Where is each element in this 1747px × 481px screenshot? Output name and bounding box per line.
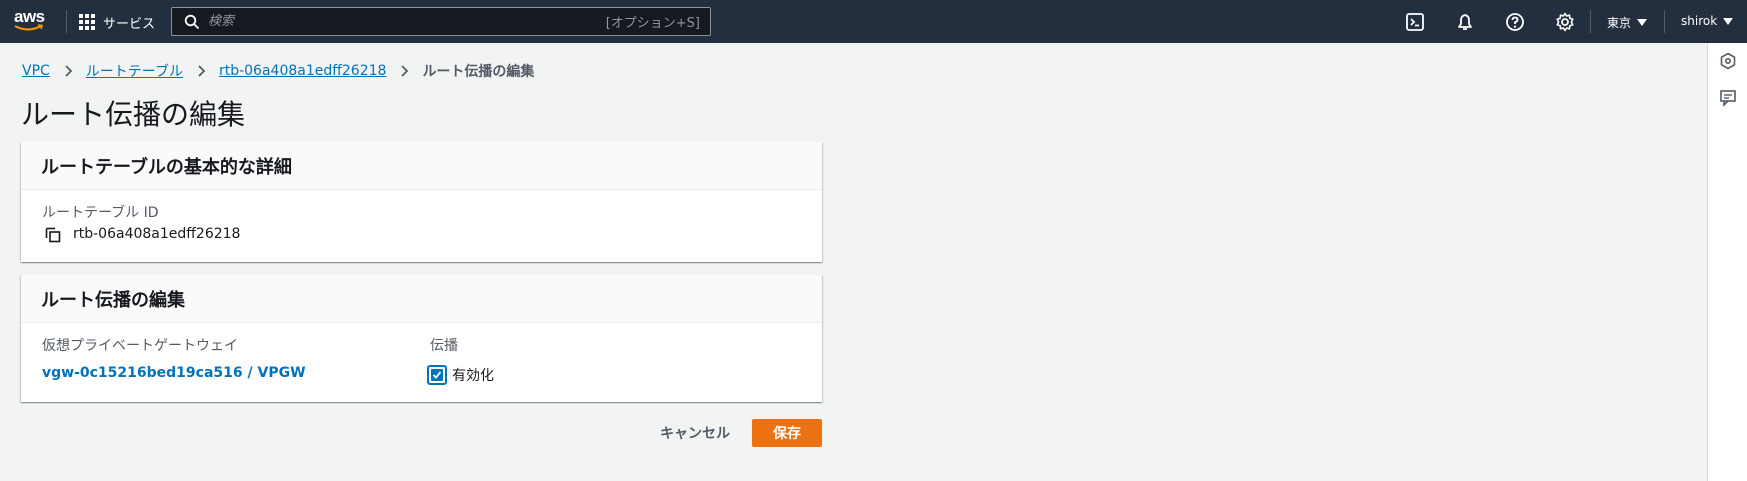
vgw-link[interactable]: vgw-0c15216bed19ca516 / VPGW [42, 365, 306, 381]
nav-divider [1664, 10, 1665, 33]
breadcrumb-current: ルート伝播の編集 [422, 64, 535, 80]
propagation-enabled-checkbox[interactable] [427, 365, 447, 385]
route-table-details-panel: ルートテーブルの基本的な詳細 ルートテーブル ID rtb-06a408a1ed… [21, 142, 822, 262]
help-icon[interactable] [1505, 12, 1525, 32]
services-label: サービス [103, 16, 156, 32]
propagation-column-label: 伝播 [430, 338, 458, 354]
route-propagation-panel: ルート伝播の編集 仮想プライベートゲートウェイ 伝播 vgw-0c15216be… [21, 275, 822, 402]
feedback-icon[interactable] [1719, 89, 1737, 107]
services-menu-button[interactable]: サービス [79, 11, 155, 33]
top-navigation: aws サービス [オプション+S] 東京 [0, 0, 1747, 43]
caret-down-icon [1723, 17, 1734, 25]
search-icon [184, 14, 200, 29]
enabled-label: 有効化 [452, 368, 494, 384]
chevron-right-icon [392, 63, 416, 79]
side-rail [1707, 43, 1747, 481]
region-label: 東京 [1607, 16, 1632, 30]
bell-icon[interactable] [1455, 12, 1475, 32]
save-button[interactable]: 保存 [752, 419, 822, 447]
breadcrumb: VPC ルートテーブル rtb-06a408a1edff26218 ルート伝播の… [22, 61, 534, 81]
breadcrumb-route-table-id[interactable]: rtb-06a408a1edff26218 [219, 63, 386, 79]
route-table-id-value: rtb-06a408a1edff26218 [73, 226, 241, 242]
page-title: ルート伝播の編集 [21, 98, 246, 131]
grid-icon [79, 14, 95, 30]
vgw-column-label: 仮想プライベートゲートウェイ [42, 338, 238, 354]
breadcrumb-route-tables[interactable]: ルートテーブル [86, 61, 183, 81]
search-bar[interactable]: [オプション+S] [171, 7, 711, 36]
panel-heading: ルートテーブルの基本的な詳細 [21, 142, 822, 190]
copy-icon[interactable] [45, 227, 61, 243]
account-menu[interactable]: shirok [1681, 14, 1734, 28]
aws-logo[interactable]: aws [14, 8, 48, 34]
info-panel-icon[interactable] [1719, 52, 1737, 70]
account-name: shirok [1681, 14, 1718, 28]
route-table-id-label: ルートテーブル ID [42, 205, 159, 221]
region-selector[interactable]: 東京 [1607, 14, 1648, 31]
cancel-button[interactable]: キャンセル [650, 419, 740, 447]
chevron-right-icon [189, 63, 213, 79]
breadcrumb-vpc[interactable]: VPC [22, 63, 50, 79]
search-input[interactable] [208, 14, 606, 29]
cloudshell-icon[interactable] [1405, 12, 1425, 32]
nav-divider [66, 10, 67, 33]
chevron-right-icon [56, 63, 80, 79]
gear-icon[interactable] [1555, 12, 1575, 32]
checkmark-icon [431, 369, 443, 381]
nav-divider [1590, 10, 1591, 33]
caret-down-icon [1637, 19, 1648, 26]
aws-logo-text: aws [14, 7, 45, 26]
search-shortcut: [オプション+S] [605, 16, 700, 31]
panel-heading: ルート伝播の編集 [21, 275, 822, 323]
